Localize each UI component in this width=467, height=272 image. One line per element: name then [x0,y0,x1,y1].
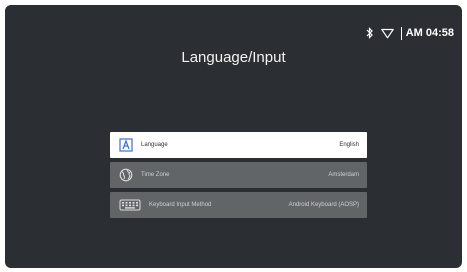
bluetooth-icon [366,27,374,39]
language-icon [119,138,133,152]
settings-menu: Language English Time Zone Amsterdam Key… [110,132,367,222]
menu-item-label: Keyboard Input Method [149,202,212,208]
menu-item-value: English [339,142,359,148]
clock: AM 04:58 [405,27,454,39]
globe-icon [119,168,133,182]
menu-item-time-zone[interactable]: Time Zone Amsterdam [110,162,367,188]
menu-item-value: Android Keyboard (AOSP) [288,202,359,208]
page-title: Language/Input [181,49,286,66]
menu-item-label: Time Zone [141,172,170,178]
keyboard-icon [119,198,141,212]
menu-item-language[interactable]: Language English [110,132,367,158]
status-divider [400,26,402,40]
menu-item-keyboard-input-method[interactable]: Keyboard Input Method Android Keyboard (… [110,192,367,218]
menu-item-label: Language [141,142,168,148]
wifi-icon [380,28,394,39]
menu-item-value: Amsterdam [328,172,359,178]
screen: AM 04:58 Language/Input Language English… [5,5,462,268]
status-bar: AM 04:58 [366,25,454,41]
